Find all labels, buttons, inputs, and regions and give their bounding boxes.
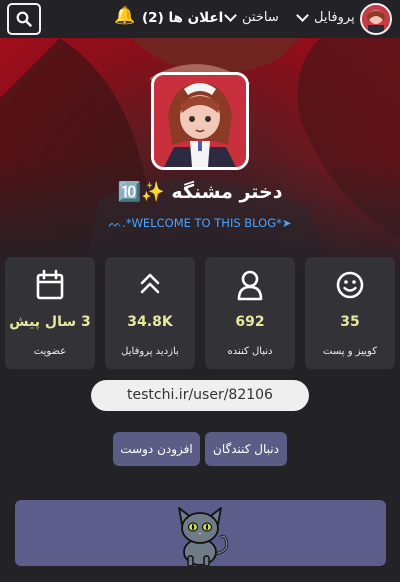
build-menu-label: ساختن [242,10,279,25]
search-icon [16,11,32,27]
stat-card-membership: 3 سال پیش عضویت [5,257,95,369]
cat-banner-box [15,500,386,566]
double-chevron-up-icon [140,273,160,294]
stat-label: عضویت [33,346,67,357]
stat-value: 692 [235,314,265,330]
stat-label: بازدید پروفایل [121,346,179,357]
cat-icon [178,507,229,566]
announcements-link[interactable]: اعلان ها (2) [142,10,223,26]
top-navbar: 🔔 اعلان ها (2) ساختن پروفایل [0,0,400,38]
stat-value: 35 [340,314,360,330]
stat-label: کوییز و پست [323,346,377,357]
profile-menu[interactable]: پروفایل [296,9,355,25]
followers-button[interactable]: دنبال کنندگان [205,432,287,466]
calendar-icon [36,269,64,300]
stat-label: دنبال کننده [227,346,273,357]
user-icon [237,270,263,301]
chevron-down-icon [296,9,309,22]
profile-picture [151,72,249,170]
stat-card-profile-views: 34.8K بازدید پروفایل [105,257,195,369]
profile-url-field[interactable]: testchi.ir/user/82106 [91,380,309,411]
search-button[interactable] [7,3,41,35]
stat-value: 34.8K [127,314,173,330]
build-menu[interactable]: ساختن [224,9,279,25]
profile-name: دختر مشنگه ✨🔟 [117,181,283,203]
stat-card-quizzes-posts: 35 کوییز و پست [305,257,395,369]
add-friend-button[interactable]: افزودن دوست [113,432,200,466]
profile-menu-label: پروفایل [314,10,355,25]
chevron-down-icon [224,9,237,22]
stat-card-followers: 692 دنبال کننده [205,257,295,369]
bell-icon[interactable]: 🔔 [114,8,135,25]
profile-welcome-text: ᨓ.*WELCOME TO THIS BLOG*➤ [108,216,292,230]
stat-value: 3 سال پیش [9,314,91,330]
smiley-icon [336,271,364,299]
user-avatar[interactable] [360,3,392,35]
